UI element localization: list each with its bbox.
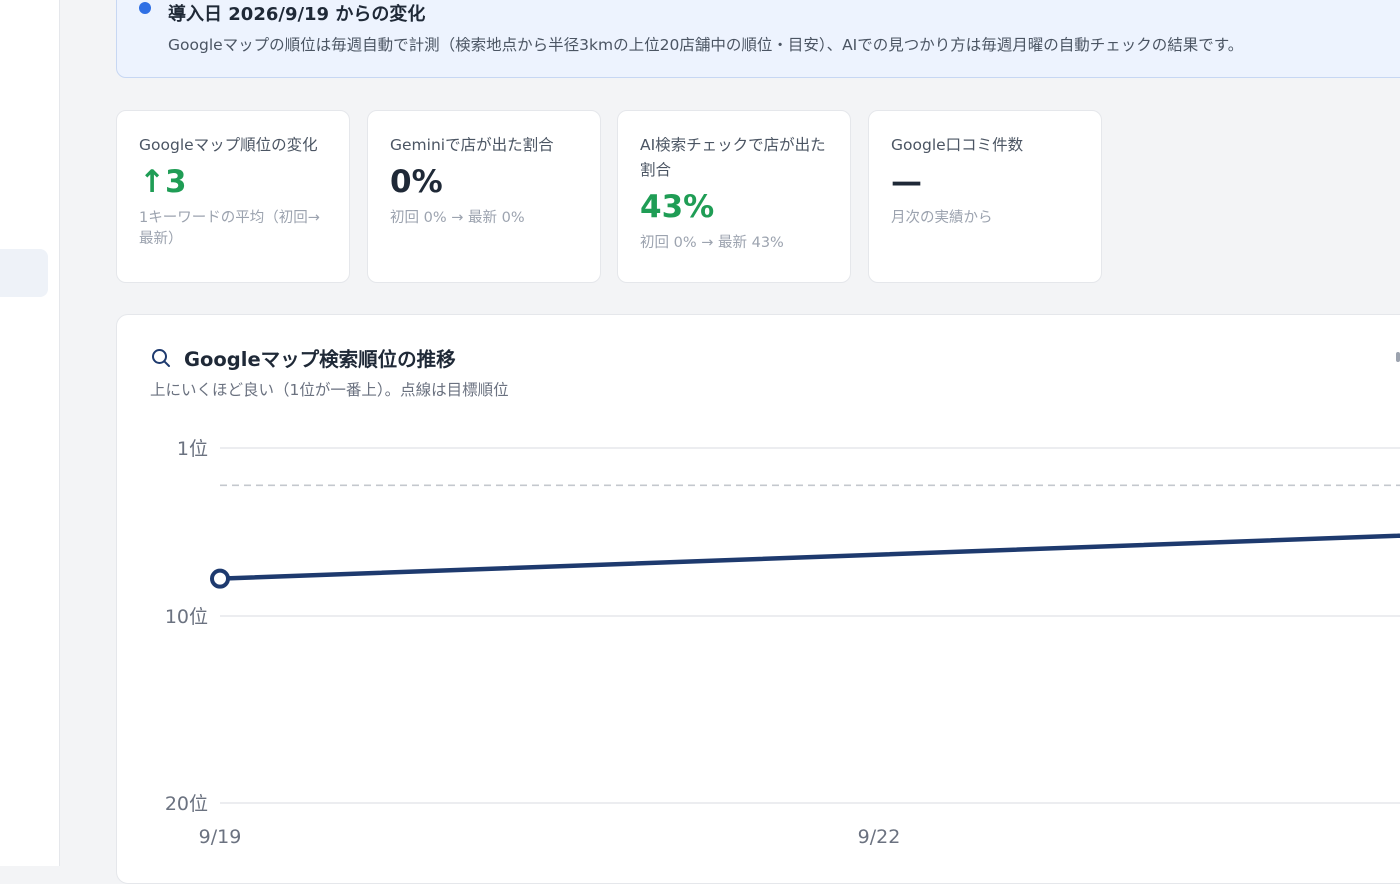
- data-point: [210, 568, 230, 589]
- rank-chart: 1位 10位 20位 9/19 9/22: [165, 438, 1400, 848]
- x-tick-label: 9/19: [199, 826, 242, 848]
- series-line: [217, 533, 1400, 581]
- y-tick-label: 1位: [177, 438, 208, 460]
- x-tick-label: 9/22: [858, 826, 901, 848]
- y-tick-label: 20位: [165, 793, 208, 815]
- y-tick-label: 10位: [165, 606, 208, 628]
